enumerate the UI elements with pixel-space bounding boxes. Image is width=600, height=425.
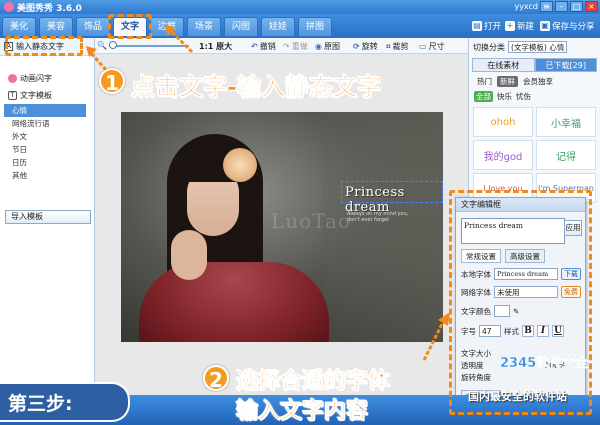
arrow-to-text-tab-icon: [164, 24, 194, 54]
step-3-label: 第三步:: [0, 382, 130, 422]
open-label: 打开: [484, 22, 502, 32]
zoom-slider-thumb[interactable]: [109, 41, 117, 49]
step-2-instruction-line2: 输入文字内容: [236, 399, 369, 425]
save-icon: ▣: [540, 21, 550, 31]
arrow-to-editor-icon: [422, 312, 450, 361]
step-1-badge: 1: [99, 68, 125, 95]
undo-icon: ↶: [251, 42, 258, 51]
heart-icon: [8, 74, 17, 83]
template-icon: T: [8, 91, 17, 100]
crop-icon: ⌗: [386, 41, 391, 51]
highlight-input-static-text: [5, 36, 83, 56]
reset-button[interactable]: ◉ 原图: [315, 41, 340, 52]
size-icon: ▭: [419, 42, 427, 51]
plus-icon: +: [505, 21, 515, 31]
photo-hand: [171, 230, 207, 280]
site-brand-subtitle: 国内最安全的软件站: [468, 390, 567, 403]
category-switch: 切换分类 (文字模板) 心情: [469, 38, 600, 56]
zoom-1-1-button[interactable]: 1:1 原大: [199, 41, 232, 52]
tree-item-calendar[interactable]: 日历: [4, 156, 94, 169]
left-panel: A 输入静态文字 动画闪字 T 文字模板 心情 网络流行语 外文 节日 日历 其…: [0, 38, 95, 395]
text-template-label: 文字模板: [20, 91, 52, 100]
canvas-area: LuoTao Princess dream Always on my mind …: [96, 55, 468, 395]
reset-icon: ◉: [315, 42, 322, 51]
category-select[interactable]: (文字模板) 心情: [508, 41, 568, 53]
highlight-editor: [449, 190, 592, 415]
size-label: 尺寸: [428, 42, 445, 51]
template-tree: 心情 网络流行语 外文 节日 日历 其他: [0, 104, 94, 182]
tab-online-material[interactable]: 在线素材: [472, 58, 535, 72]
redo-icon: ↷: [283, 42, 290, 51]
tree-item-mood[interactable]: 心情: [4, 104, 86, 117]
step-2-badge: 2: [203, 365, 229, 392]
template-thumb[interactable]: 我的god: [473, 140, 533, 170]
image-toolbar: 🔍 1:1 原大 ↶ 撤销 ↷ 重做 ◉ 原图 ⟳ 旋转 ⌗ 裁剪 ▭ 尺寸: [95, 38, 468, 54]
tree-item-other[interactable]: 其他: [4, 169, 94, 182]
tab-flash[interactable]: 闪图: [224, 17, 258, 36]
site-brand: 2345软件大全: [500, 356, 589, 371]
minimize-icon[interactable]: –: [555, 1, 568, 12]
category-hot[interactable]: 热门: [474, 76, 495, 87]
photo-watermark: LuoTao: [271, 209, 351, 233]
main-tab-bar: 美化 美容 饰品 文字 边框 场景 闪图 娃娃 拼图 ▤ 打开 + 新建 ▣ 保…: [0, 14, 600, 38]
highlight-text-tab: [108, 14, 152, 39]
tab-makeup[interactable]: 美容: [39, 17, 73, 36]
template-thumb[interactable]: 小幸福: [536, 107, 596, 137]
tab-accessories[interactable]: 饰品: [76, 17, 110, 36]
photo-dress: [139, 262, 329, 342]
tree-item-holiday[interactable]: 节日: [4, 143, 94, 156]
save-share-label: 保存与分享: [552, 22, 595, 32]
subcategory-happy[interactable]: 快乐: [497, 91, 512, 102]
category-vip[interactable]: 会员独享: [520, 76, 556, 87]
app-title: 美图秀秀 3.6.0: [17, 3, 82, 14]
maximize-icon[interactable]: □: [570, 1, 583, 12]
title-bar: 美图秀秀 3.6.0 yyxcd ≡ – □ ×: [0, 0, 600, 14]
import-template-button[interactable]: 导入模板: [5, 210, 91, 224]
rotate-button[interactable]: ⟳ 旋转: [353, 41, 378, 52]
template-thumb[interactable]: 记得: [536, 140, 596, 170]
material-tabs: 在线素材 已下载[29]: [472, 58, 597, 72]
rotate-icon: ⟳: [353, 42, 360, 51]
photo-hair-flower: [223, 148, 257, 182]
template-thumb[interactable]: ohoh: [473, 107, 533, 137]
new-label: 新建: [517, 22, 535, 32]
save-share-button[interactable]: ▣ 保存与分享: [540, 20, 595, 32]
animated-flash-item[interactable]: 动画闪字: [0, 70, 94, 87]
photo-overlay-subtext: Always on my mind you, don't ever forget: [347, 211, 409, 223]
undo-button[interactable]: ↶ 撤销: [251, 41, 276, 52]
tab-beautify[interactable]: 美化: [2, 17, 36, 36]
material-subcategories: 全部 快乐 忧伤: [469, 89, 600, 104]
tab-collage[interactable]: 拼图: [298, 17, 332, 36]
open-button[interactable]: ▤ 打开: [472, 20, 501, 32]
text-template-item[interactable]: T 文字模板: [0, 87, 94, 104]
redo-button[interactable]: ↷ 重做: [283, 41, 308, 52]
size-button[interactable]: ▭ 尺寸: [419, 41, 445, 52]
material-categories: 热门 新鲜 会员独享: [469, 74, 600, 89]
tree-item-internet-slang[interactable]: 网络流行语: [4, 117, 94, 130]
step-2-instruction-line1: 选择合适的字体: [236, 369, 391, 395]
tab-downloaded[interactable]: 已下载[29]: [534, 58, 597, 72]
undo-label: 撤销: [259, 42, 276, 51]
tree-item-foreign[interactable]: 外文: [4, 130, 94, 143]
user-name[interactable]: yyxcd: [514, 2, 538, 11]
reset-label: 原图: [323, 42, 340, 51]
step-1-instruction: 点击文字-输入静态文字: [131, 73, 382, 102]
animated-flash-label: 动画闪字: [20, 74, 52, 83]
close-icon[interactable]: ×: [585, 1, 598, 12]
app-logo-icon: [4, 2, 14, 12]
category-switch-label: 切换分类: [473, 42, 505, 52]
redo-label: 重做: [291, 42, 308, 51]
window-controls: ≡ – □ ×: [540, 1, 598, 12]
rotate-label: 旋转: [361, 42, 378, 51]
folder-icon: ▤: [472, 21, 482, 31]
tab-doll[interactable]: 娃娃: [261, 17, 295, 36]
category-new[interactable]: 新鲜: [497, 76, 518, 87]
menu-icon[interactable]: ≡: [540, 1, 553, 12]
subcategory-all[interactable]: 全部: [474, 91, 493, 102]
crop-button[interactable]: ⌗ 裁剪: [386, 41, 409, 52]
new-button[interactable]: + 新建: [505, 20, 534, 32]
crop-label: 裁剪: [392, 42, 409, 51]
photo[interactable]: LuoTao Princess dream Always on my mind …: [121, 112, 443, 342]
subcategory-sad[interactable]: 忧伤: [516, 91, 531, 102]
